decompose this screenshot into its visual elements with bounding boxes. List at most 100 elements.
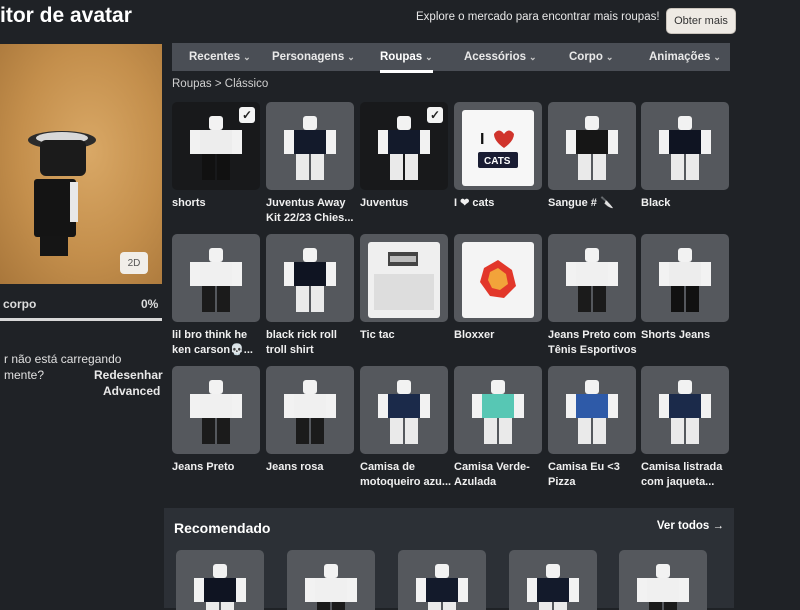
item-thumbnail[interactable] xyxy=(266,102,354,190)
item-thumbnail[interactable] xyxy=(266,366,354,454)
recommended-item-thumbnail[interactable] xyxy=(287,550,375,610)
item-thumbnail[interactable] xyxy=(548,366,636,454)
item-thumbnail[interactable] xyxy=(172,366,260,454)
avatar-blue-shirt-icon xyxy=(566,380,618,444)
recommended-panel: Recomendado Ver todos → xyxy=(164,508,734,610)
breadcrumb: Roupas > Clássico xyxy=(172,78,268,90)
item-thumbnail[interactable]: I CATS xyxy=(454,102,542,190)
avatar-jersey-icon xyxy=(527,564,579,610)
loading-text-line2: mente? xyxy=(4,368,45,382)
item-thumbnail[interactable] xyxy=(360,234,448,322)
item-name: Jeans Preto xyxy=(172,461,235,473)
recommended-title: Recomendado xyxy=(174,520,271,536)
chevron-down-icon: ⌄ xyxy=(243,51,251,62)
item-thumbnail[interactable] xyxy=(454,234,542,322)
avatar-pants-icon xyxy=(637,564,689,610)
shirt-i-love-cats-icon: I CATS xyxy=(462,110,534,186)
avatar-pants-icon xyxy=(190,380,242,444)
loading-text-line1: r não está carregando xyxy=(4,352,122,366)
recommended-item-thumbnail[interactable] xyxy=(398,550,486,610)
tab-label: Corpo xyxy=(569,51,603,63)
avatar-teal-shirt-icon xyxy=(472,380,524,444)
tab-animacoes[interactable]: Animações ⌄ xyxy=(649,43,721,71)
item-name: Tic tac xyxy=(360,329,395,341)
item-thumbnail[interactable]: ✓ xyxy=(360,102,448,190)
item-thumbnail[interactable] xyxy=(172,234,260,322)
get-more-button[interactable]: Obter mais xyxy=(666,8,736,34)
item-name: Jeans Preto com Tênis Esportivos xyxy=(548,329,637,356)
breadcrumb-root[interactable]: Roupas xyxy=(172,78,212,90)
chevron-down-icon: ⌄ xyxy=(605,51,614,62)
tab-roupas[interactable]: Roupas ⌄ xyxy=(380,43,433,73)
tab-label: Roupas xyxy=(380,51,423,63)
tab-label: Recentes xyxy=(189,51,241,63)
body-scale-slider[interactable] xyxy=(0,318,162,321)
chevron-down-icon: ⌄ xyxy=(529,51,537,62)
breadcrumb-current: Clássico xyxy=(224,78,269,90)
item-name: Camisa Verde-Azulada xyxy=(454,461,530,488)
item-thumbnail[interactable] xyxy=(454,366,542,454)
toggle-2d-button[interactable]: 2D xyxy=(120,252,148,274)
item-name: Camisa de motoqueiro azu... xyxy=(360,461,452,488)
shirt-bloxxer-icon xyxy=(462,242,534,318)
item-name: black rick roll troll shirt xyxy=(266,329,337,356)
item-name: Camisa Eu <3 Pizza xyxy=(548,461,620,488)
item-thumbnail[interactable] xyxy=(548,102,636,190)
tab-acessorios[interactable]: Acessórios ⌄ xyxy=(464,43,537,71)
see-all-link[interactable]: Ver todos → xyxy=(657,520,724,532)
chevron-down-icon: ⌄ xyxy=(713,51,721,62)
item-name: I ❤ cats xyxy=(454,197,495,209)
avatar-jersey-icon xyxy=(416,564,468,610)
avatar-skeleton-icon xyxy=(566,116,618,180)
item-name: lil bro think he ken carson💀... xyxy=(172,329,253,356)
avatar-black-shirt-icon xyxy=(194,564,246,610)
item-thumbnail[interactable] xyxy=(641,102,729,190)
item-thumbnail[interactable] xyxy=(641,366,729,454)
body-scale-label: corpo xyxy=(3,297,37,311)
avatar-jersey-icon xyxy=(284,116,336,180)
item-name: Sangue # 🔪 xyxy=(548,197,614,209)
avatar-preview[interactable]: 2D xyxy=(0,44,162,284)
breadcrumb-separator: > xyxy=(214,78,222,90)
avatar-pants-icon xyxy=(284,380,336,444)
tab-label: Acessórios xyxy=(464,51,527,63)
tab-recentes[interactable]: Recentes ⌄ xyxy=(189,43,251,71)
recommended-item-thumbnail[interactable] xyxy=(619,550,707,610)
tab-label: Personagens xyxy=(272,51,345,63)
item-thumbnail[interactable] xyxy=(266,234,354,322)
item-thumbnail[interactable] xyxy=(548,234,636,322)
tab-personagens[interactable]: Personagens ⌄ xyxy=(272,43,355,71)
item-name: Black xyxy=(641,197,671,209)
avatar-figure-icon xyxy=(28,131,96,256)
avatar-shorts-icon xyxy=(659,248,711,312)
item-name: Camisa listrada com jaqueta... xyxy=(641,461,723,488)
item-name: Shorts Jeans xyxy=(641,329,711,341)
avatar-pants-icon xyxy=(305,564,357,610)
item-name: Jeans rosa xyxy=(266,461,324,473)
svg-text:CATS: CATS xyxy=(484,156,511,167)
avatar-black-shirt-icon xyxy=(659,116,711,180)
advanced-link[interactable]: Advanced xyxy=(103,384,160,398)
item-name: Juventus xyxy=(360,197,409,209)
item-thumbnail[interactable] xyxy=(641,234,729,322)
avatar-jacket-icon xyxy=(378,380,430,444)
svg-text:I: I xyxy=(480,131,484,148)
check-icon: ✓ xyxy=(427,107,443,123)
check-icon: ✓ xyxy=(239,107,255,123)
avatar-pants-icon xyxy=(566,248,618,312)
item-thumbnail[interactable]: ✓ xyxy=(172,102,260,190)
avatar-jacket-icon xyxy=(659,380,711,444)
shirt-template-icon xyxy=(368,242,440,318)
recommended-item-thumbnail[interactable] xyxy=(176,550,264,610)
page-title: itor de avatar xyxy=(0,4,132,27)
redraw-link[interactable]: Redesenhar xyxy=(94,368,163,382)
tab-corpo[interactable]: Corpo ⌄ xyxy=(569,43,613,71)
recommended-item-thumbnail[interactable] xyxy=(509,550,597,610)
chevron-down-icon: ⌄ xyxy=(347,51,355,62)
promo-text: Explore o mercado para encontrar mais ro… xyxy=(416,11,660,23)
category-tabs: Recentes ⌄ Personagens ⌄ Roupas ⌄ Acessório… xyxy=(172,43,730,73)
item-name: shorts xyxy=(172,197,206,209)
chevron-down-icon: ⌄ xyxy=(425,51,433,62)
tab-label: Animações xyxy=(649,51,711,63)
item-thumbnail[interactable] xyxy=(360,366,448,454)
